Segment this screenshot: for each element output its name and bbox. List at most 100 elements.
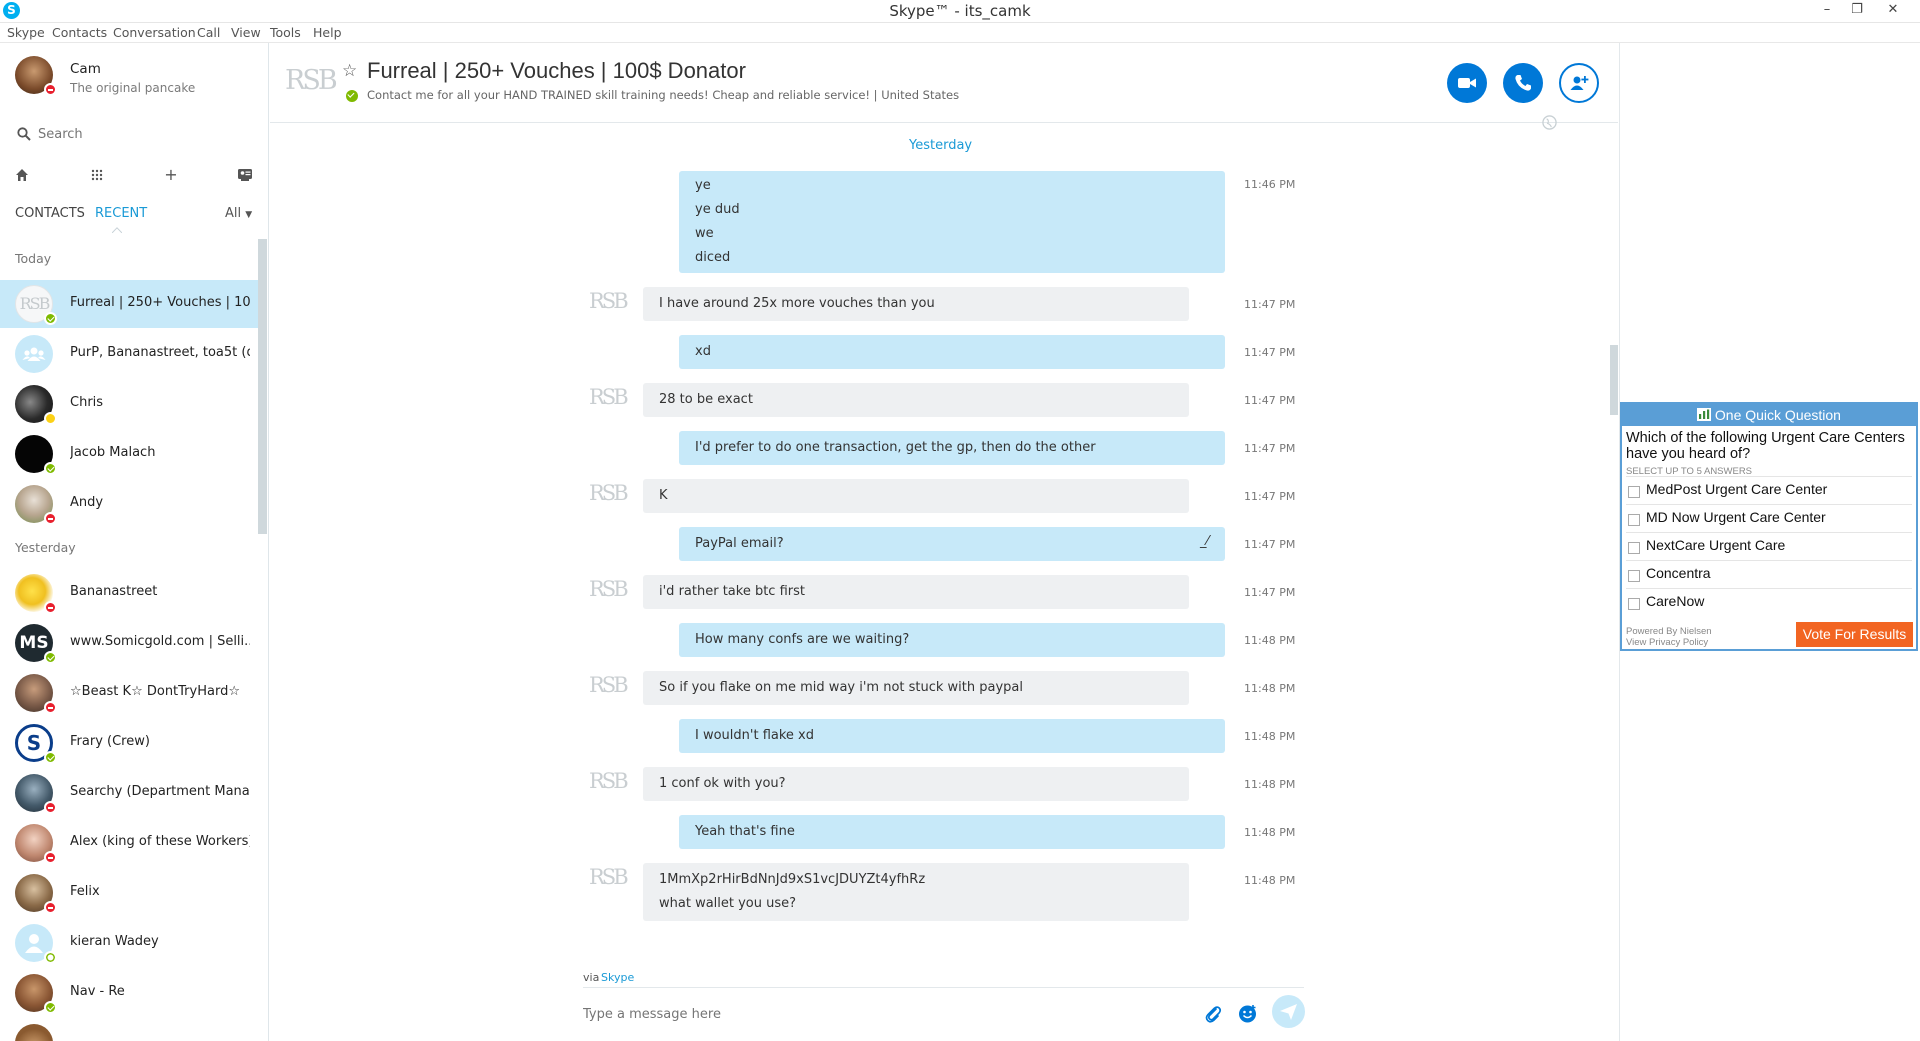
poll-option[interactable]: MedPost Urgent Care Center <box>1626 476 1912 504</box>
restore-button[interactable]: ❐ <box>1842 0 1872 22</box>
contact-item[interactable]: Bananastreet <box>0 569 258 617</box>
via-skype-link[interactable]: Skype <box>601 971 634 984</box>
message-bubble-incoming[interactable]: i'd rather take btc first <box>643 575 1189 609</box>
message-bubble-incoming[interactable]: 1MmXp2rHirBdNnJd9xS1vcJDUYZt4yfhRz what … <box>643 863 1189 921</box>
sender-avatar[interactable]: RSB <box>589 289 629 313</box>
contact-item[interactable]: Andy <box>0 480 258 528</box>
send-button[interactable] <box>1272 995 1305 1028</box>
poll-option[interactable]: NextCare Urgent Care <box>1626 532 1912 560</box>
poll-checkbox[interactable] <box>1628 514 1640 526</box>
message-timestamp: 11:47 PM <box>1244 394 1296 407</box>
contact-item[interactable]: Alex (king of these Workers) <box>0 819 258 867</box>
sender-avatar[interactable]: RSB <box>589 481 629 505</box>
add-contact-button[interactable] <box>1559 63 1599 103</box>
poll-option-label[interactable]: MD Now Urgent Care Center <box>1646 509 1826 525</box>
video-call-button[interactable] <box>1447 63 1487 103</box>
contact-list-scrollbar[interactable] <box>258 239 267 534</box>
contact-name: kieran Wadey <box>70 934 159 949</box>
message-bubble-outgoing[interactable]: I wouldn't flake xd <box>679 719 1225 753</box>
profile-mood[interactable]: The original pancake <box>70 81 195 95</box>
menu-help[interactable]: Help <box>313 25 342 40</box>
message-bubble-incoming[interactable]: So if you flake on me mid way i'm not st… <box>643 671 1189 705</box>
message-line: ye <box>695 178 711 193</box>
poll-checkbox[interactable] <box>1628 486 1640 498</box>
message-input[interactable] <box>583 1003 1173 1025</box>
sender-avatar[interactable]: RSB <box>589 385 629 409</box>
globe-icon[interactable] <box>1542 115 1557 130</box>
status-dnd-icon <box>44 701 57 714</box>
sender-avatar[interactable]: RSB <box>589 865 629 889</box>
contact-item[interactable]: Felix <box>0 869 258 917</box>
home-icon[interactable] <box>11 164 33 186</box>
contact-item[interactable]: RSB Furreal | 250+ Vouches | 10... <box>0 280 258 328</box>
dialpad-icon[interactable] <box>86 164 108 186</box>
message-bubble-incoming[interactable]: I have around 25x more vouches than you <box>643 287 1189 321</box>
contact-item[interactable]: S Frary (Crew) <box>0 719 258 767</box>
poll-checkbox[interactable] <box>1628 542 1640 554</box>
contact-item[interactable]: kieran Wadey <box>0 919 258 967</box>
poll-option-label[interactable]: Concentra <box>1646 565 1711 581</box>
menu-view[interactable]: View <box>231 25 261 40</box>
conversation-title[interactable]: Furreal | 250+ Vouches | 100$ Donator <box>367 58 746 84</box>
message-bubble-outgoing[interactable]: I'd prefer to do one transaction, get th… <box>679 431 1225 465</box>
contact-item[interactable]: MS www.Somicgold.com | Selli... <box>0 619 258 667</box>
conversation-avatar[interactable]: RSB <box>285 65 338 96</box>
filter-dropdown[interactable]: All ▼ <box>225 206 252 221</box>
message-timestamp: 11:47 PM <box>1244 586 1296 599</box>
poll-checkbox[interactable] <box>1628 598 1640 610</box>
message-bubble-incoming[interactable]: 28 to be exact <box>643 383 1189 417</box>
message-bubble-outgoing[interactable]: How many confs are we waiting? <box>679 623 1225 657</box>
tab-contacts[interactable]: CONTACTS <box>15 206 85 221</box>
close-button[interactable]: ✕ <box>1878 0 1908 22</box>
message-bubble-outgoing[interactable]: ye ye dud we diced <box>679 171 1225 273</box>
sender-avatar[interactable]: RSB <box>589 577 629 601</box>
emoticon-icon[interactable] <box>1237 1003 1258 1024</box>
poll-option[interactable]: Concentra <box>1626 560 1912 588</box>
message-bubble-incoming[interactable]: K <box>643 479 1189 513</box>
sender-avatar[interactable]: RSB <box>589 673 629 697</box>
contact-item[interactable] <box>0 1019 258 1041</box>
profile-name[interactable]: Cam <box>70 61 101 77</box>
poll-checkbox[interactable] <box>1628 570 1640 582</box>
poll-option[interactable]: MD Now Urgent Care Center <box>1626 504 1912 532</box>
contact-avatar <box>15 1024 53 1041</box>
message-bubble-outgoing[interactable]: Yeah that's fine <box>679 815 1225 849</box>
tab-recent[interactable]: RECENT <box>95 206 147 221</box>
contact-item[interactable]: Chris <box>0 380 258 428</box>
message-bubble-outgoing[interactable]: PayPal email? <box>679 527 1225 561</box>
star-icon[interactable]: ☆ <box>342 61 357 81</box>
minimize-button[interactable]: – <box>1812 0 1842 22</box>
message-bubble-outgoing[interactable]: xd <box>679 335 1225 369</box>
attach-icon[interactable] <box>1203 1004 1223 1024</box>
contacts-book-icon[interactable] <box>234 164 256 186</box>
contact-item[interactable]: PurP, Bananastreet, toa5t (d... <box>0 330 258 378</box>
message-line: ye dud <box>695 202 740 217</box>
edit-pencil-icon[interactable]: _⁄ <box>1200 534 1209 549</box>
sender-avatar[interactable]: RSB <box>589 769 629 793</box>
poll-option[interactable]: CareNow <box>1626 588 1912 616</box>
menu-call[interactable]: Call <box>197 25 220 40</box>
contact-item[interactable]: Searchy (Department Mana... <box>0 769 258 817</box>
poll-option-label[interactable]: NextCare Urgent Care <box>1646 537 1785 553</box>
contact-item[interactable]: Nav - Re <box>0 969 258 1017</box>
vote-button[interactable]: Vote For Results <box>1796 622 1913 647</box>
plus-icon[interactable]: + <box>160 164 182 186</box>
contact-item[interactable]: Jacob Malach <box>0 430 258 478</box>
menu-tools[interactable]: Tools <box>270 25 301 40</box>
status-online-icon <box>44 751 57 764</box>
menu-contacts[interactable]: Contacts <box>52 25 107 40</box>
menu-skype[interactable]: Skype <box>7 25 45 40</box>
call-button[interactable] <box>1503 63 1543 103</box>
chat-scrollbar[interactable] <box>1610 345 1618 415</box>
message-bubble-incoming[interactable]: 1 conf ok with you? <box>643 767 1189 801</box>
message-line: we <box>695 226 714 241</box>
add-contact-icon <box>1570 76 1589 90</box>
contact-name: Bananastreet <box>70 584 158 599</box>
poll-option-label[interactable]: MedPost Urgent Care Center <box>1646 481 1827 497</box>
poll-option-label[interactable]: CareNow <box>1646 593 1704 609</box>
profile-avatar[interactable] <box>15 56 57 96</box>
menu-conversation[interactable]: Conversation <box>113 25 196 40</box>
privacy-policy-link[interactable]: View Privacy Policy <box>1626 637 1712 648</box>
contact-item[interactable]: ☆Beast K☆ DontTryHard☆ <box>0 669 258 717</box>
search-input[interactable] <box>38 124 258 144</box>
